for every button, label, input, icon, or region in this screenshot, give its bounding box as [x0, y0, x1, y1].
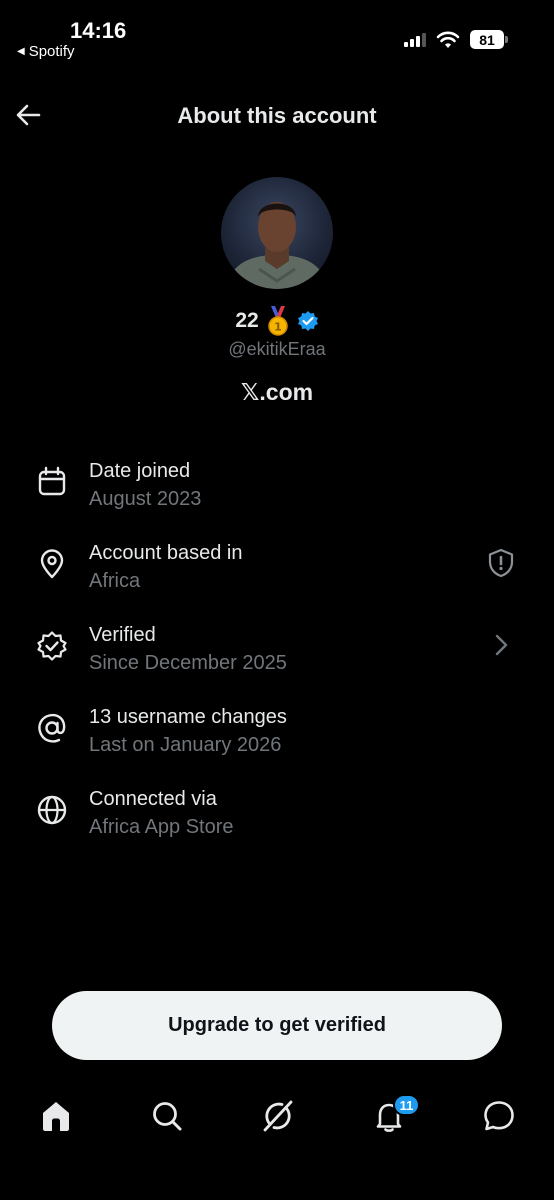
battery-level: 81 [470, 30, 504, 49]
verified-badge-icon [297, 311, 318, 331]
back-triangle-icon: ◀ [17, 46, 25, 57]
info-title: Date joined [89, 460, 191, 482]
avatar-image [225, 202, 329, 289]
upgrade-to-verified-button[interactable]: Upgrade to get verified [52, 991, 502, 1060]
avatar[interactable] [221, 177, 333, 289]
battery-icon: 81 [470, 30, 508, 49]
info-row-account-based: Account based in Africa [0, 538, 554, 620]
info-row-verified[interactable]: Verified Since December 2025 [0, 620, 554, 702]
chevron-right-icon[interactable] [486, 630, 516, 660]
info-title: Verified [89, 624, 156, 646]
notifications-badge: 11 [393, 1094, 420, 1116]
verified-badge-outline-icon [37, 631, 67, 661]
search-icon[interactable] [149, 1098, 185, 1134]
location-pin-icon [40, 549, 64, 579]
grok-icon[interactable] [260, 1098, 296, 1134]
back-to-app-link[interactable]: ◀ Spotify [17, 43, 75, 60]
info-row-username-changes: 13 username changes Last on January 2026 [0, 702, 554, 784]
home-icon[interactable] [38, 1098, 74, 1134]
globe-icon [37, 795, 67, 825]
status-indicators: 81 [404, 30, 508, 49]
site-label: 𝕏.com [240, 379, 314, 405]
page-title: About this account [177, 103, 377, 128]
info-title: Account based in [89, 542, 243, 564]
info-title: Connected via [89, 788, 217, 810]
info-row-connected-via: Connected via Africa App Store [0, 784, 554, 866]
bottom-nav [0, 1090, 554, 1150]
wifi-icon [436, 31, 460, 48]
info-title: 13 username changes [89, 706, 287, 728]
gold-medal-icon: 1 [267, 306, 288, 336]
profile-name-row: 22 1 [0, 306, 554, 336]
shield-info-icon[interactable] [486, 548, 516, 578]
cellular-signal-icon [404, 32, 426, 47]
display-name: 22 [235, 309, 259, 332]
info-subtitle: August 2023 [89, 488, 202, 510]
profile-handle: @ekitikEraa [228, 339, 326, 359]
info-subtitle: Last on January 2026 [89, 734, 282, 756]
calendar-icon [38, 466, 66, 496]
svg-text:1: 1 [274, 321, 282, 334]
page-header: About this account [0, 95, 554, 135]
status-bar: 14:16 ◀ Spotify 81 [0, 0, 554, 70]
info-subtitle: Since December 2025 [89, 652, 287, 674]
at-sign-icon [38, 713, 66, 743]
info-row-date-joined: Date joined August 2023 [0, 456, 554, 538]
status-time: 14:16 [70, 18, 127, 43]
info-subtitle: Africa App Store [89, 816, 234, 838]
back-app-label: Spotify [28, 43, 75, 60]
account-info-list: Date joined August 2023 Account based in… [0, 456, 554, 866]
info-subtitle: Africa [89, 570, 141, 592]
messages-icon[interactable] [481, 1098, 517, 1134]
